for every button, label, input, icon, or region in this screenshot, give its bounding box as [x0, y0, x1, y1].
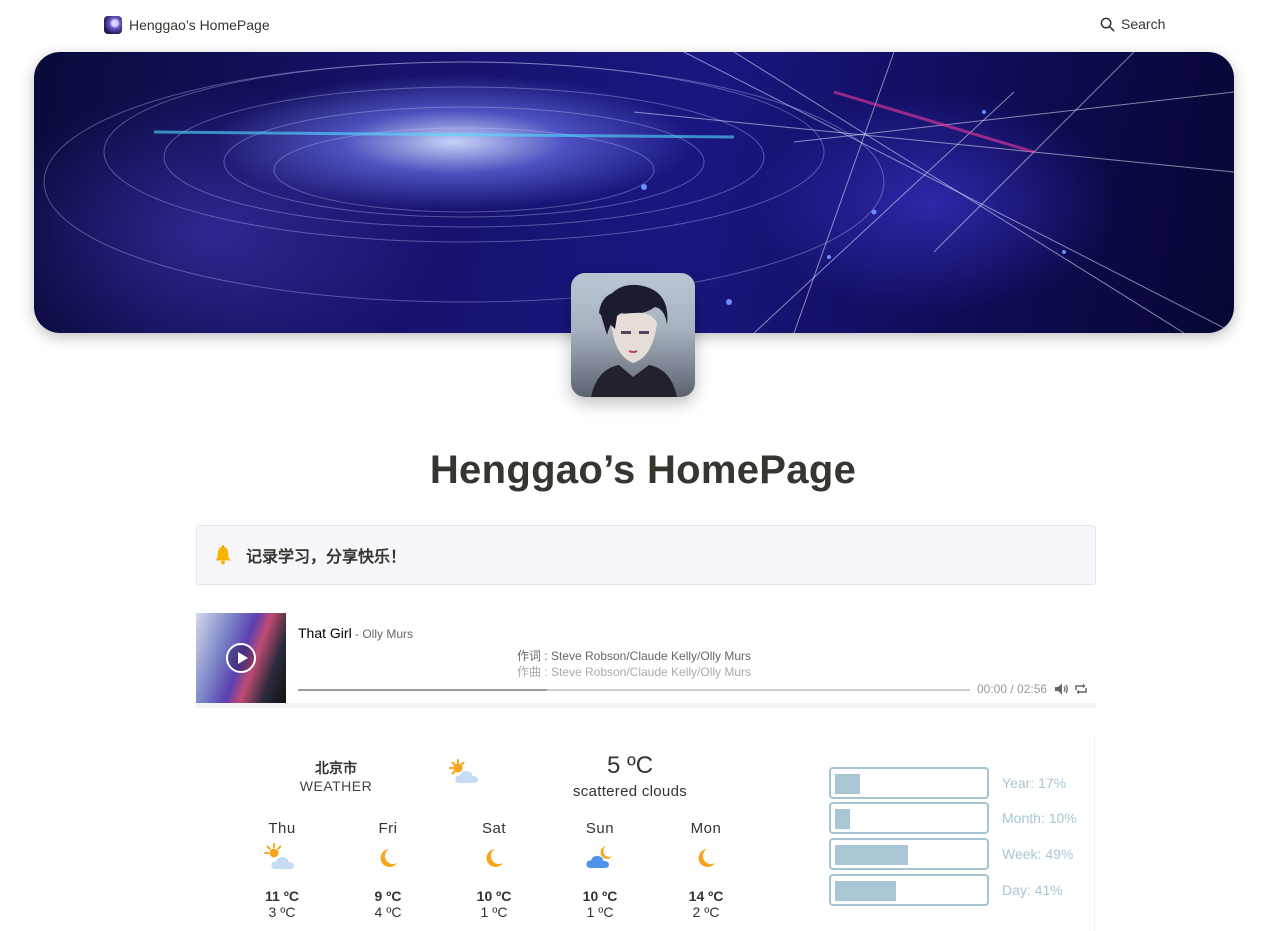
sun-cloud-icon — [264, 843, 294, 869]
song-info: That Girl - Olly Murs — [298, 625, 413, 641]
forecast-day: Sat 10 ºC 1 ºC — [462, 820, 526, 920]
bell-icon — [215, 545, 231, 565]
day-progress: Day: 41% — [829, 874, 1089, 906]
playback-time: 00:00 / 02:56 — [977, 682, 1048, 696]
progress-fill — [835, 845, 908, 865]
lyrics-panel: 作词 : Steve Robson/Claude Kelly/Olly Murs… — [298, 648, 970, 680]
progress-track — [829, 874, 989, 906]
search-button[interactable]: Search — [1100, 16, 1165, 32]
forecast-high: 10 ºC — [582, 888, 618, 904]
forecast-high: 14 ºC — [688, 888, 724, 904]
forecast-high: 9 ºC — [374, 888, 402, 904]
forecast-day-name: Sat — [481, 820, 506, 837]
forecast-high: 10 ºC — [476, 888, 512, 904]
lyric-line-next: 作曲 : Steve Robson/Claude Kelly/Olly Murs — [516, 665, 752, 679]
moon-icon — [486, 849, 503, 867]
top-bar: Henggao’s HomePage Search — [0, 0, 1286, 52]
forecast-day-name: Mon — [690, 820, 722, 837]
progress-label: Month: 10% — [1002, 810, 1077, 826]
progress-fill — [835, 881, 896, 901]
callout-block: 记录学习，分享快乐！ — [196, 525, 1096, 585]
weather-description: scattered clouds — [572, 783, 688, 800]
play-button[interactable] — [226, 643, 256, 673]
forecast-day-name: Fri — [378, 820, 398, 837]
forecast-day: Thu 11 ºC 3 ºC — [250, 820, 314, 920]
cloud-moon-icon — [586, 846, 613, 868]
forecast-low: 1 ºC — [480, 904, 508, 920]
site-brand-link[interactable]: Henggao’s HomePage — [104, 16, 270, 34]
widget-divider — [1094, 735, 1095, 931]
progress-label: Day: 41% — [1002, 882, 1063, 898]
progress-fill — [835, 809, 850, 829]
weather-city: 北京市 — [315, 760, 357, 776]
moon-icon — [698, 849, 715, 867]
lyric-line-current: 作词 : Steve Robson/Claude Kelly/Olly Murs — [516, 649, 752, 663]
volume-icon[interactable] — [1053, 681, 1069, 697]
moon-icon — [380, 849, 397, 867]
progress-fill — [835, 774, 860, 794]
playback-progress-bar[interactable] — [298, 689, 970, 691]
site-logo-icon — [104, 16, 122, 34]
site-brand-label: Henggao’s HomePage — [129, 17, 270, 33]
profile-avatar — [571, 273, 695, 397]
forecast-low: 4 ºC — [374, 904, 402, 920]
forecast-day-name: Sun — [585, 820, 615, 837]
search-label: Search — [1121, 16, 1166, 32]
forecast-low: 3 ºC — [268, 904, 296, 920]
page-title: Henggao’s HomePage — [429, 448, 857, 492]
music-player: That Girl - Olly Murs 作词 : Steve Robson/… — [196, 613, 1096, 708]
forecast-high: 11 ºC — [265, 888, 299, 904]
loop-icon[interactable] — [1073, 681, 1089, 697]
forecast-day: Fri 9 ºC 4 ºC — [356, 820, 420, 920]
album-cover[interactable] — [196, 613, 286, 703]
forecast-day-name: Thu — [268, 820, 296, 837]
week-progress: Week: 49% — [829, 838, 1089, 870]
callout-text: 记录学习，分享快乐！ — [246, 549, 407, 566]
progress-track — [829, 802, 989, 834]
weather-widget: 北京市 WEATHER 5 ºC scattered clouds Thu 11… — [250, 738, 760, 928]
weather-label: WEATHER — [299, 778, 373, 794]
forecast-low: 1 ºC — [586, 904, 614, 920]
sun-cloud-icon — [449, 759, 478, 783]
month-progress: Month: 10% — [829, 802, 1089, 834]
progress-label: Year: 17% — [1002, 775, 1067, 791]
forecast-day: Mon 14 ºC 2 ºC — [674, 820, 738, 920]
search-icon — [1100, 17, 1115, 31]
progress-track — [829, 838, 989, 870]
progress-track — [829, 767, 989, 799]
forecast-low: 2 ºC — [692, 904, 720, 920]
song-title: That Girl — [298, 625, 352, 641]
loaded-progress-fill — [298, 689, 547, 691]
song-artist: - Olly Murs — [351, 627, 414, 641]
progress-label: Week: 49% — [1002, 846, 1074, 862]
year-progress: Year: 17% — [829, 767, 1089, 799]
forecast-day: Sun 10 ºC 1 ºC — [568, 820, 632, 920]
current-temperature: 5 ºC — [606, 752, 654, 779]
